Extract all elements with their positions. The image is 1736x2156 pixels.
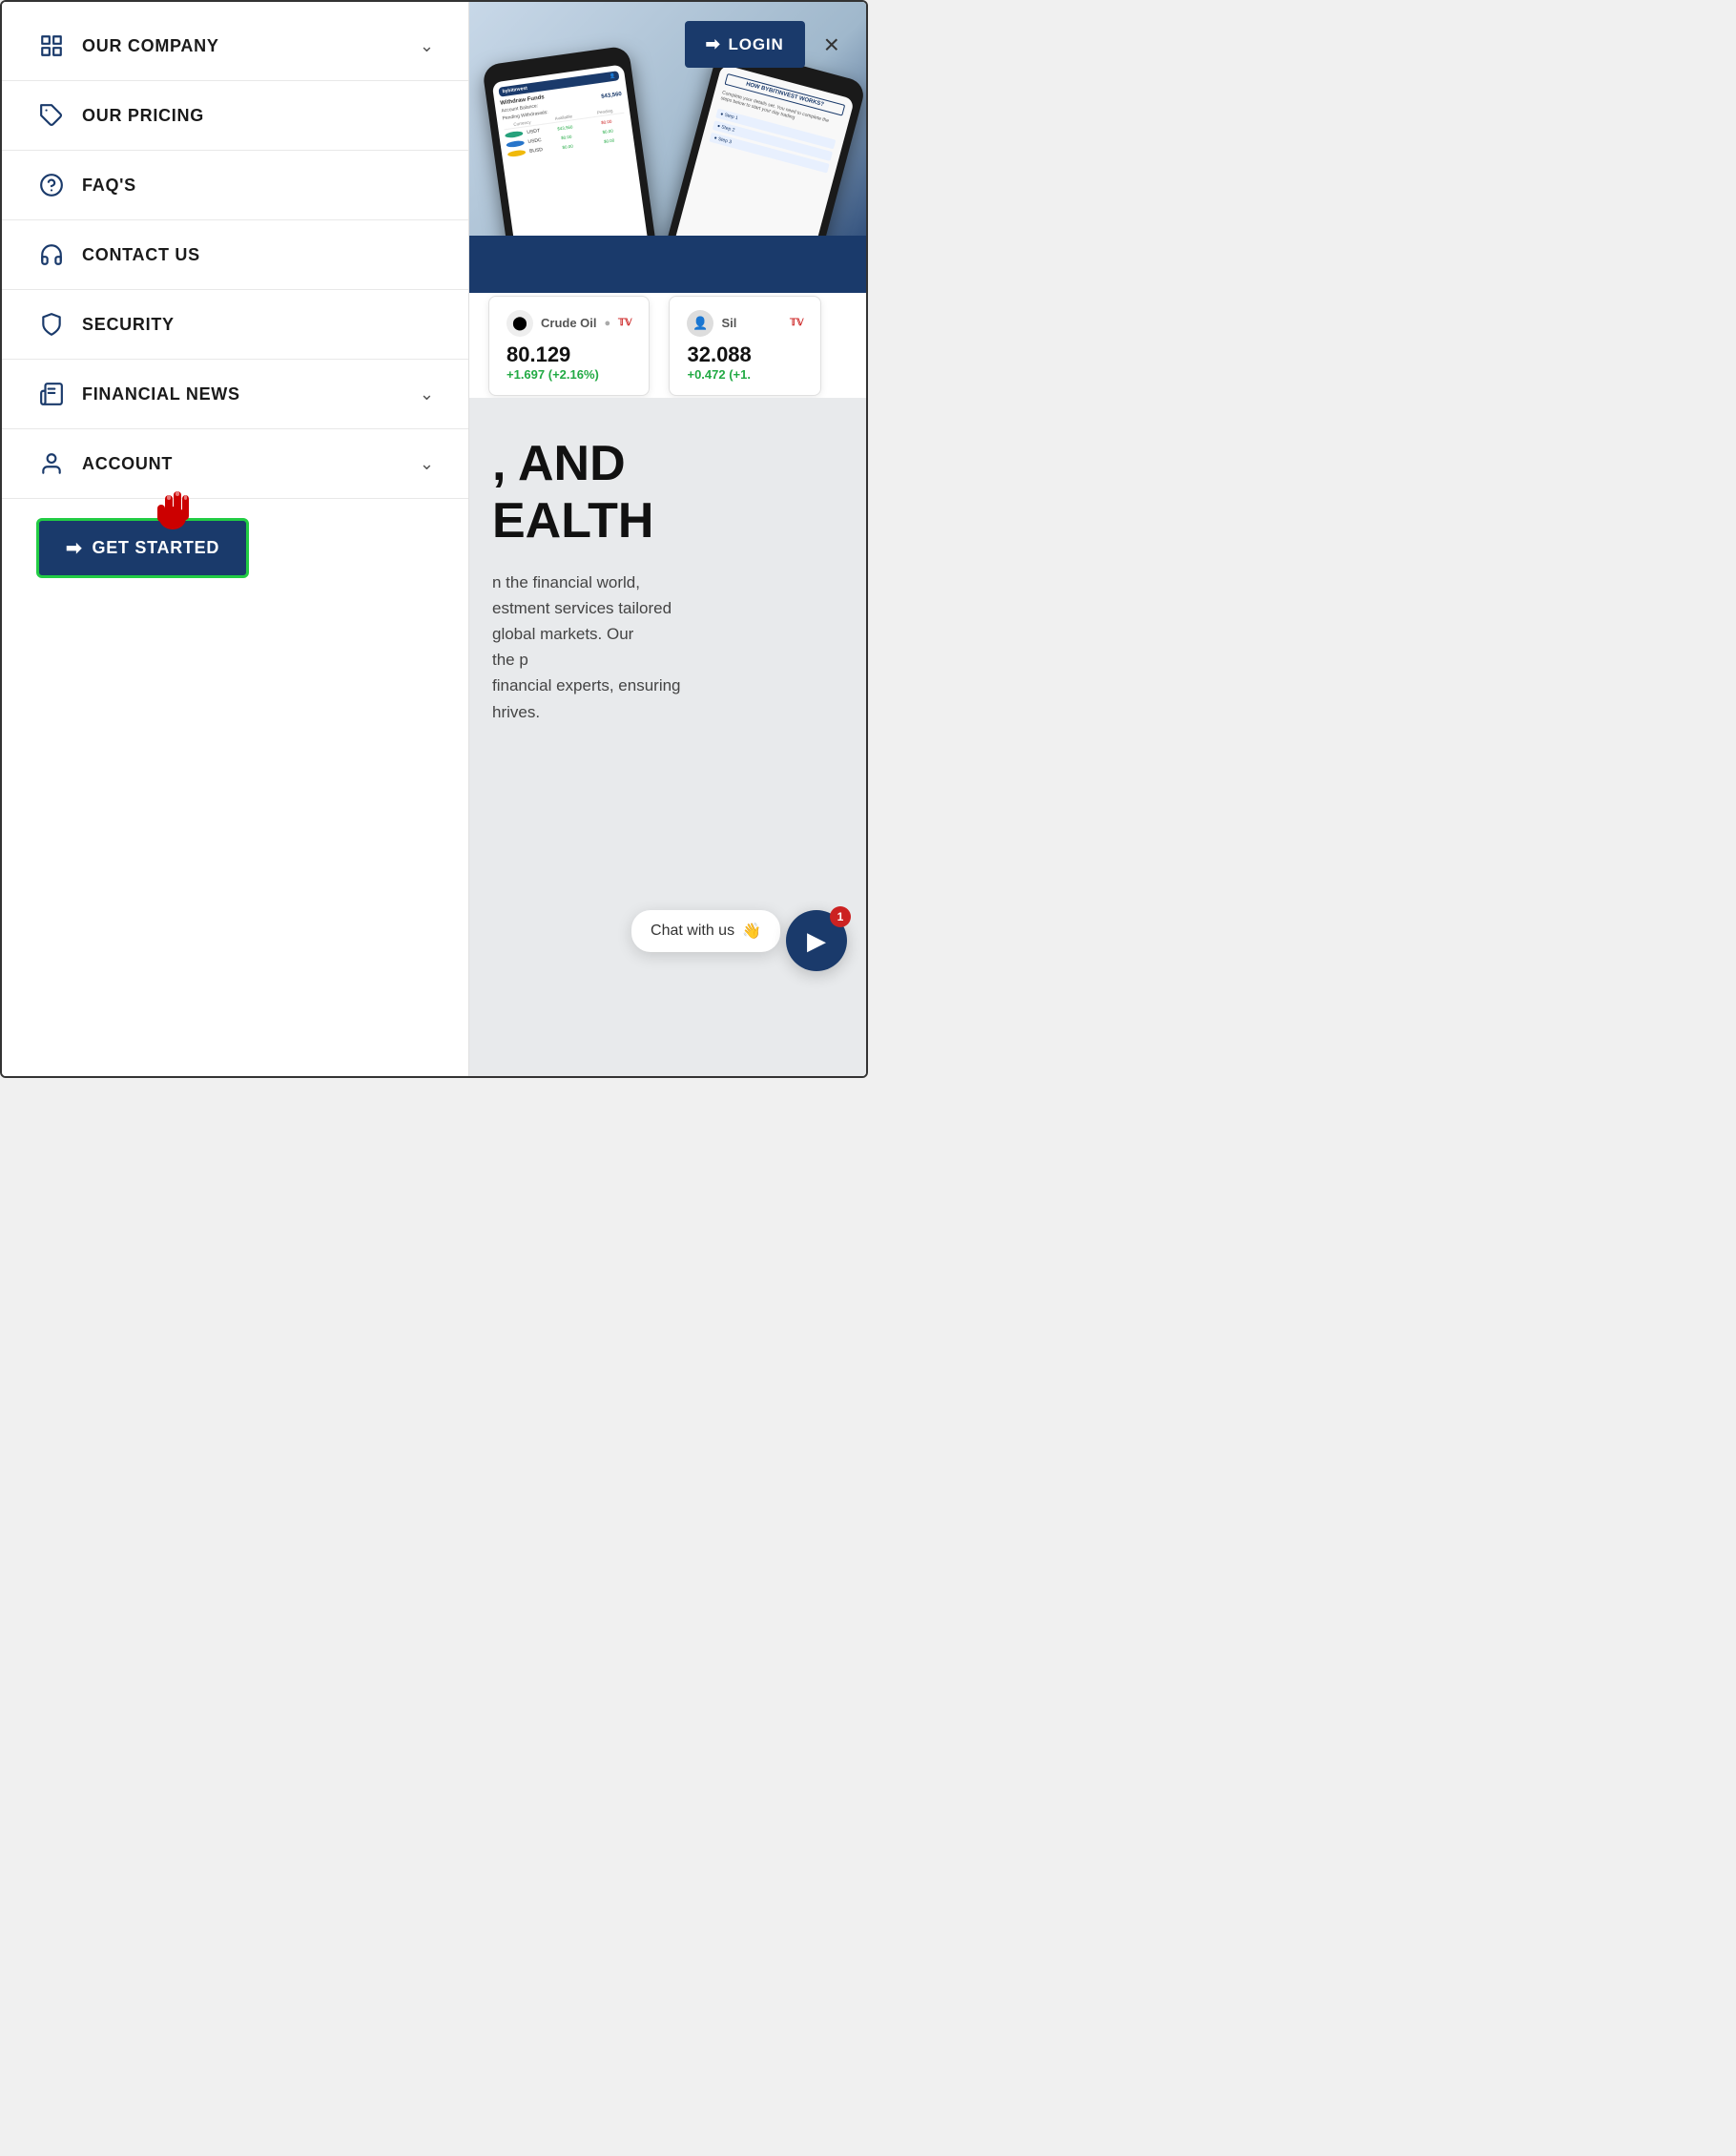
- hero-body: n the financial world, estment services …: [492, 570, 843, 725]
- sidebar-item-account[interactable]: ACCOUNT ⌄: [2, 429, 468, 499]
- hero-body-line4: the p: [492, 647, 843, 673]
- sidebar-item-our-company[interactable]: OUR COMPANY ⌄: [2, 11, 468, 81]
- user-icon: [36, 448, 67, 479]
- hero-body-line6: hrives.: [492, 699, 843, 725]
- sidebar-label-our-company: OUR COMPANY: [82, 36, 404, 56]
- get-started-arrow-icon: ➡: [66, 536, 82, 560]
- crude-oil-change: +1.697 (+2.16%): [506, 367, 631, 382]
- question-icon: [36, 170, 67, 200]
- crude-oil-price: 80.129: [506, 342, 631, 367]
- sidebar-label-contact-us: CONTACT US: [82, 245, 434, 265]
- header-bar: ➡ LOGIN ×: [685, 21, 847, 68]
- hero-body-line5: financial experts, ensuring: [492, 673, 843, 698]
- sidebar: OUR COMPANY ⌄ OUR PRICING FAQ'S: [2, 2, 469, 1076]
- silver-icon: 👤: [687, 310, 713, 337]
- close-button[interactable]: ×: [816, 26, 847, 64]
- silver-name: Sil: [721, 316, 736, 330]
- ticker-card-crude-oil: ⬤ Crude Oil ● 𝕋𝕍 80.129 +1.697 (+2.16%): [488, 296, 650, 396]
- tradingview-logo-1: 𝕋𝕍: [618, 318, 631, 328]
- sidebar-item-contact-us[interactable]: CONTACT US: [2, 220, 468, 290]
- chevron-down-icon-financial: ⌄: [420, 384, 434, 404]
- silver-change: +0.472 (+1.: [687, 367, 803, 382]
- chat-label: Chat with us: [651, 923, 734, 940]
- ticker-section: ⬤ Crude Oil ● 𝕋𝕍 80.129 +1.697 (+2.16%) …: [469, 293, 866, 398]
- hero-section: , AND EALTH n the financial world, estme…: [469, 398, 866, 1076]
- get-started-label: GET STARTED: [92, 538, 219, 558]
- hero-title-line2: EALTH: [492, 493, 843, 550]
- sidebar-label-our-pricing: OUR PRICING: [82, 106, 434, 126]
- chat-bubble: Chat with us 👋: [631, 910, 780, 952]
- crude-oil-icon: ⬤: [506, 310, 533, 337]
- chat-notification-badge: 1: [830, 906, 851, 927]
- login-label: LOGIN: [729, 35, 784, 54]
- sidebar-label-financial-news: FINANCIAL NEWS: [82, 384, 404, 404]
- chat-button[interactable]: ▶ 1: [786, 910, 847, 971]
- login-button[interactable]: ➡ LOGIN: [685, 21, 805, 68]
- ticker-header-crude-oil: ⬤ Crude Oil ● 𝕋𝕍: [506, 310, 631, 337]
- headset-icon: [36, 239, 67, 270]
- get-started-button[interactable]: ➡ GET STARTED: [36, 518, 249, 578]
- chevron-down-icon-account: ⌄: [420, 454, 434, 474]
- chat-button-icon: ▶: [807, 926, 826, 956]
- content-area: ➡ LOGIN × bybitinvest 👤 Withdraw Funds: [469, 2, 866, 1076]
- sidebar-item-our-pricing[interactable]: OUR PRICING: [2, 81, 468, 151]
- news-icon: [36, 379, 67, 409]
- tag-icon: [36, 100, 67, 131]
- hero-title: , AND EALTH: [492, 436, 843, 550]
- sidebar-item-faqs[interactable]: FAQ'S: [2, 151, 468, 220]
- dark-band: [469, 236, 866, 293]
- chat-wave-emoji: 👋: [742, 922, 761, 941]
- sidebar-label-faqs: FAQ'S: [82, 176, 434, 196]
- chevron-down-icon: ⌄: [420, 36, 434, 56]
- sidebar-item-financial-news[interactable]: FINANCIAL NEWS ⌄: [2, 360, 468, 429]
- ticker-header-silver: 👤 Sil 𝕋𝕍: [687, 310, 803, 337]
- login-arrow-icon: ➡: [706, 34, 721, 54]
- building-icon: [36, 31, 67, 61]
- active-dot: ●: [605, 318, 611, 329]
- silver-price: 32.088: [687, 342, 803, 367]
- close-icon: ×: [824, 30, 839, 59]
- hero-body-line1: n the financial world,: [492, 570, 843, 595]
- crude-oil-name: Crude Oil: [541, 316, 597, 330]
- shield-icon: [36, 309, 67, 340]
- tradingview-logo-2: 𝕋𝕍: [790, 318, 803, 328]
- hero-body-line2: estment services tailored: [492, 595, 843, 621]
- hero-body-line3: global markets. Our: [492, 621, 843, 647]
- app-frame: OUR COMPANY ⌄ OUR PRICING FAQ'S: [0, 0, 868, 1078]
- sidebar-label-security: SECURITY: [82, 315, 434, 335]
- sidebar-label-account: ACCOUNT: [82, 454, 404, 474]
- hero-title-line1: , AND: [492, 436, 843, 493]
- sidebar-item-security[interactable]: SECURITY: [2, 290, 468, 360]
- ticker-card-silver: 👤 Sil 𝕋𝕍 32.088 +0.472 (+1.: [669, 296, 821, 396]
